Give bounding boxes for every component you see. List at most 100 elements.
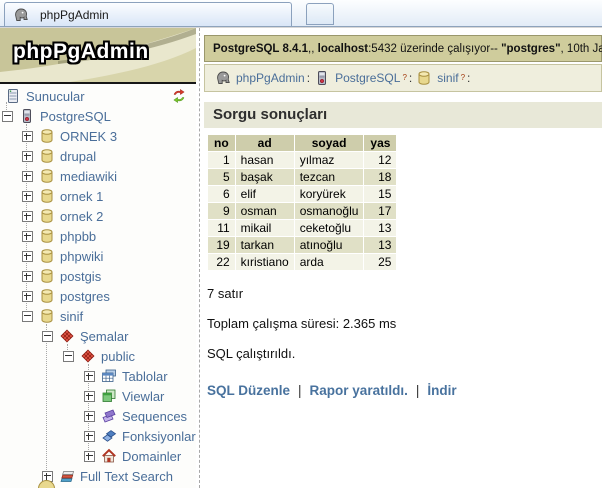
tree-item-views[interactable]: Viewlar (0, 386, 196, 406)
cell-yas: 12 (364, 152, 397, 168)
help-link[interactable]: ? (402, 74, 406, 82)
tree-item-public[interactable]: public (0, 346, 196, 366)
server-version: PostgreSQL 8.4.1 (213, 42, 309, 55)
views-icon (101, 388, 117, 404)
tree-item-ornek1[interactable]: ornek 1 (0, 186, 196, 206)
tables-icon (101, 368, 117, 384)
tab-title: phpPgAdmin (40, 7, 109, 22)
tree-item-postgis[interactable]: postgis (0, 266, 196, 286)
table-header-row: no ad soyad yas (208, 135, 397, 151)
tree-item-functions[interactable]: Fonksiyonlar (0, 426, 196, 446)
cell-yas: 15 (364, 186, 397, 202)
collapse-toggle[interactable] (63, 350, 74, 362)
tree-item-label[interactable]: Tablolar (122, 369, 168, 384)
expand-toggle[interactable] (22, 190, 33, 202)
tree-item-label[interactable]: Şemalar (80, 329, 128, 344)
column-header-yas: yas (364, 135, 397, 151)
new-tab-button[interactable] (306, 3, 334, 25)
collapse-toggle[interactable] (22, 310, 33, 322)
tree-item-sequences[interactable]: Sequences (0, 406, 196, 426)
tree-item-label[interactable]: mediawiki (60, 169, 117, 184)
expand-toggle[interactable] (22, 150, 33, 162)
cell-ad: tarkan (235, 237, 294, 253)
tree-item-label[interactable]: drupal (60, 149, 96, 164)
tree-item-mediawiki[interactable]: mediawiki (0, 166, 196, 186)
pg-server-icon (19, 108, 35, 124)
breadcrumb: phpPgAdmin : PostgreSQL ? : sinif ? : (204, 64, 602, 92)
table-row: 6 elif koryürek 15 (208, 186, 397, 202)
tree-item-label[interactable]: Full Text Search (80, 469, 173, 484)
tree-item-label[interactable]: Fonksiyonlar (122, 429, 196, 444)
server-host: localhost (317, 42, 369, 55)
create-report-link[interactable]: Rapor yaratıldı. (310, 383, 408, 398)
breadcrumb-database-link[interactable]: sinif (437, 71, 458, 85)
collapse-toggle[interactable] (42, 330, 53, 342)
tree-item-label[interactable]: phpbb (60, 229, 96, 244)
database-icon (39, 148, 55, 164)
expand-toggle[interactable] (22, 290, 33, 302)
refresh-tree-icon[interactable] (171, 88, 187, 104)
expand-toggle[interactable] (22, 130, 33, 142)
phppgadmin-page: phpPgAdmin Sunucular PostgreSQL ORNEK 3 (0, 27, 602, 488)
expand-toggle[interactable] (84, 410, 95, 422)
tree-item-label[interactable]: postgis (60, 269, 101, 284)
tree-item-label[interactable]: ornek 2 (60, 209, 103, 224)
tree-item-label[interactable]: Domainler (122, 449, 181, 464)
cell-ad: osman (235, 203, 294, 219)
expand-toggle[interactable] (84, 390, 95, 402)
browser-tab-strip: phpPgAdmin (0, 0, 602, 27)
tree-item-postgres[interactable]: postgres (0, 286, 196, 306)
cell-yas: 25 (364, 254, 397, 270)
tree-item-label[interactable]: ORNEK 3 (60, 129, 117, 144)
cell-no: 22 (208, 254, 235, 270)
elephant-favicon-icon (13, 7, 29, 23)
tree-item-servers[interactable]: Sunucular (0, 86, 196, 106)
tree-item-label[interactable]: sinif (60, 309, 83, 324)
tree-item-schemas[interactable]: Şemalar (0, 326, 196, 346)
query-results-table: no ad soyad yas 1 hasan yılmaz 12 5 başa… (207, 134, 397, 271)
tree-item-phpwiki[interactable]: phpwiki (0, 246, 196, 266)
help-link[interactable]: ? (461, 74, 465, 82)
expand-toggle[interactable] (84, 370, 95, 382)
tree-item-label[interactable]: ornek 1 (60, 189, 103, 204)
column-header-ad: ad (235, 135, 294, 151)
tree-item-postgresql[interactable]: PostgreSQL (0, 106, 196, 126)
breadcrumb-server-link[interactable]: PostgreSQL (335, 71, 400, 85)
expand-toggle[interactable] (22, 230, 33, 242)
expand-toggle[interactable] (84, 430, 95, 442)
breadcrumb-app-link[interactable]: phpPgAdmin (236, 71, 305, 85)
tree-item-phpbb[interactable]: phpbb (0, 226, 196, 246)
sequences-icon (101, 408, 117, 424)
tree-item-domains[interactable]: Domainler (0, 446, 196, 466)
tree-item-sinif[interactable]: sinif (0, 306, 196, 326)
tree-item-label[interactable]: Sunucular (26, 89, 85, 104)
expand-toggle[interactable] (22, 250, 33, 262)
cell-ad: kıristiano (235, 254, 294, 270)
expand-toggle[interactable] (84, 450, 95, 462)
collapse-toggle[interactable] (2, 110, 13, 122)
tree-item-label[interactable]: postgres (60, 289, 110, 304)
database-icon (39, 228, 55, 244)
runtime-message: Toplam çalışma süresi: 2.365 ms (207, 316, 397, 331)
tree-item-label[interactable]: Sequences (122, 409, 187, 424)
tree-item-label[interactable]: public (101, 349, 135, 364)
edit-sql-link[interactable]: SQL Düzenle (207, 383, 290, 398)
tree-item-tables[interactable]: Tablolar (0, 366, 196, 386)
expand-toggle[interactable] (22, 170, 33, 182)
cell-soyad: atınoğlu (294, 237, 364, 253)
column-header-soyad: soyad (294, 135, 364, 151)
tree-item-full-text-search[interactable]: Full Text Search (0, 466, 196, 486)
browser-tab[interactable]: phpPgAdmin (4, 2, 292, 26)
tree-item-label[interactable]: Viewlar (122, 389, 164, 404)
tree-item-drupal[interactable]: drupal (0, 146, 196, 166)
tree-item-ornek3[interactable]: ORNEK 3 (0, 126, 196, 146)
tree-item-ornek2[interactable]: ornek 2 (0, 206, 196, 226)
download-link[interactable]: İndir (427, 383, 456, 398)
expand-toggle[interactable] (22, 210, 33, 222)
database-icon (39, 128, 55, 144)
tree-item-label[interactable]: PostgreSQL (40, 109, 111, 124)
tree-item-label[interactable]: phpwiki (60, 249, 103, 264)
cell-no: 9 (208, 203, 235, 219)
expand-toggle[interactable] (22, 270, 33, 282)
database-icon (39, 288, 55, 304)
